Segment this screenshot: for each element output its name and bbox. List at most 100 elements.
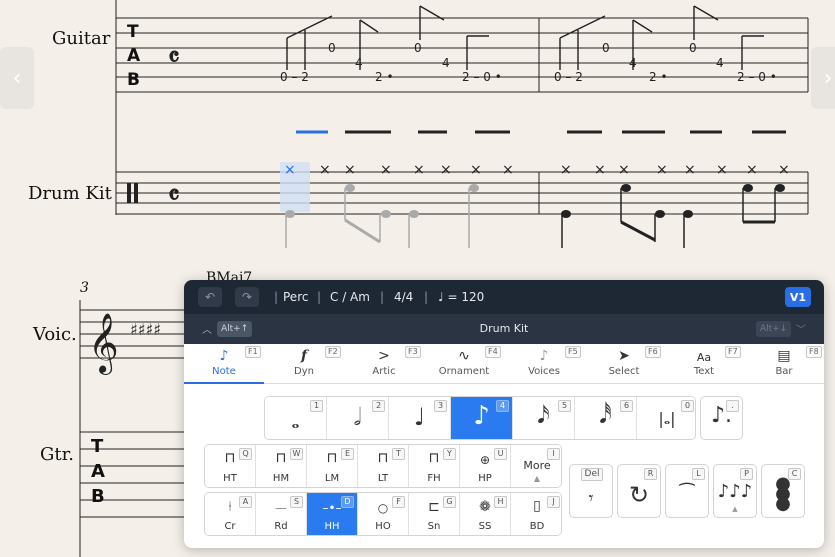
- duration-thirty-second-button[interactable]: 𝅘𝅥𝅰 6: [575, 397, 637, 439]
- shortcut-key: 3: [434, 400, 447, 412]
- rest-button[interactable]: Del 𝄾: [569, 464, 613, 518]
- duration-sixteenth-button[interactable]: 𝅘𝅥𝅯 5: [513, 397, 575, 439]
- instrument-voice[interactable]: Voic.: [33, 324, 77, 345]
- tab-voices[interactable]: ♪ Voices F5: [504, 344, 584, 384]
- svg-text:2 – 0 •: 2 – 0 •: [737, 70, 777, 84]
- instrument-guitar-short[interactable]: Gtr.: [40, 444, 74, 465]
- drum-more-button[interactable]: More ▲ I: [511, 445, 561, 487]
- svg-text:4: 4: [355, 56, 363, 70]
- svg-text:×: ×: [618, 162, 630, 178]
- drum-lt-button[interactable]: ⊓ T LT: [358, 445, 409, 487]
- drum-ss-button[interactable]: ❁ H SS: [460, 493, 511, 535]
- drum-hh-button[interactable]: –•– D HH: [307, 493, 358, 535]
- drum-bd-button[interactable]: ▯ J BD: [511, 493, 561, 535]
- drum-label: LM: [324, 473, 340, 484]
- expand-chevron-icon[interactable]: ﹀: [796, 321, 806, 336]
- key-signature: ♯♯♯♯: [130, 320, 161, 339]
- duration-half-button[interactable]: 𝅗𝅥 2: [327, 397, 389, 439]
- duration-quarter-button[interactable]: ♩ 3: [389, 397, 451, 439]
- svg-text:×: ×: [716, 162, 728, 178]
- voice-badge[interactable]: V1: [785, 287, 811, 307]
- tie-button[interactable]: L ⁀: [665, 464, 709, 518]
- svg-text:×: ×: [344, 162, 356, 178]
- svg-text:×: ×: [684, 162, 696, 178]
- tempo-status[interactable]: ♩ = 120: [438, 290, 484, 304]
- tuplet-button[interactable]: P ♪♪♪ ▲: [713, 464, 757, 518]
- drum-fh-button[interactable]: ⊓ Y FH: [409, 445, 460, 487]
- undo-icon: ↶: [204, 290, 216, 304]
- drum-lm-button[interactable]: ⊓ E LM: [307, 445, 358, 487]
- svg-text:×: ×: [284, 162, 296, 178]
- tab-note[interactable]: ♪ Note F1: [184, 344, 264, 384]
- shortcut-key: Y: [443, 448, 456, 460]
- drum-rd-button[interactable]: — S Rd: [256, 493, 307, 535]
- drum-toms-group: ⊓ Q HT ⊓ W HM ⊓ E LM ⊓ T LT ⊓ Y FH ⊕ U H…: [204, 444, 562, 488]
- duration-eighth-button[interactable]: ♪ 4: [451, 397, 513, 439]
- tab-shortcut: F4: [485, 346, 501, 358]
- tab-dyn[interactable]: f Dyn F2: [264, 344, 344, 384]
- breve-icon: |𝅝|: [658, 409, 676, 428]
- palette-subbar: ︿ Alt+↑ Drum Kit Alt+↓ ﹀: [184, 314, 824, 344]
- key-status[interactable]: C / Am: [330, 290, 370, 304]
- expand-triangle-icon: ▲: [732, 505, 738, 513]
- drum-label: BD: [529, 521, 545, 532]
- drum-label: HO: [375, 521, 391, 532]
- repeat-button[interactable]: R ↻: [617, 464, 661, 518]
- svg-text:×: ×: [594, 162, 606, 178]
- chord-button[interactable]: C ● ● ●: [761, 464, 805, 518]
- drum-label: Cr: [224, 521, 236, 532]
- time-status[interactable]: 4/4: [394, 290, 413, 304]
- chevron-left-icon: ‹: [12, 65, 22, 91]
- prev-page-button[interactable]: ‹: [0, 47, 34, 109]
- shortcut-key: Q: [239, 448, 252, 460]
- tab-artic[interactable]: > Artic F3: [344, 344, 424, 384]
- separator: |: [317, 290, 322, 304]
- tab-label: Dyn: [294, 366, 314, 377]
- expand-triangle-icon: ▲: [533, 474, 541, 483]
- common-time-drum: 𝄴: [168, 181, 180, 211]
- instrument-status[interactable]: Perc: [283, 290, 308, 304]
- tab-clef-bottom: TAB: [91, 436, 105, 507]
- dot-button[interactable]: ♪. .: [700, 396, 743, 440]
- svg-text:×: ×: [502, 162, 514, 178]
- shortcut-key: 2: [372, 400, 385, 412]
- duration-breve-button[interactable]: |𝅝| 0: [637, 397, 695, 439]
- more-label: More: [523, 459, 551, 472]
- drum-hm-button[interactable]: ⊓ W HM: [256, 445, 307, 487]
- svg-text:0: 0: [328, 41, 336, 55]
- shortcut-key: D: [341, 496, 354, 508]
- tab-clef-top: TAB: [127, 22, 141, 90]
- shortcut-key: S: [290, 496, 303, 508]
- note-input-palette: ↶ ↷ | Perc | C / Am | 4/4 | ♩ = 120 V1 ︿…: [184, 280, 824, 548]
- instrument-drum-kit[interactable]: Drum Kit: [28, 183, 112, 204]
- next-page-button[interactable]: ›: [811, 47, 835, 109]
- drum-label: Rd: [274, 521, 288, 532]
- drum-sn-button[interactable]: ⊏ G Sn: [409, 493, 460, 535]
- tie-icon: ⁀: [679, 483, 695, 504]
- drum-label: HM: [272, 473, 290, 484]
- svg-text:×: ×: [413, 162, 425, 178]
- tab-select[interactable]: ➤ Select F6: [584, 344, 664, 384]
- palette-toolbar: ↶ ↷ | Perc | C / Am | 4/4 | ♩ = 120 V1: [184, 280, 824, 314]
- tab-shortcut: F5: [565, 346, 581, 358]
- drum-ht-button[interactable]: ⊓ Q HT: [205, 445, 256, 487]
- shortcut-key: R: [644, 468, 657, 480]
- shortcut-key: L: [692, 468, 705, 480]
- tab-ornament[interactable]: ∿ Ornament F4: [424, 344, 504, 384]
- tab-text[interactable]: Aa Text F7: [664, 344, 744, 384]
- repeat-icon: ↻: [628, 481, 650, 509]
- tab-bar[interactable]: ▤ Bar F8: [744, 344, 824, 384]
- drum-label: LT: [377, 473, 389, 484]
- drum-hp-button[interactable]: ⊕ U HP: [460, 445, 511, 487]
- shortcut-key: E: [341, 448, 354, 460]
- duration-whole-button[interactable]: 𝅝 1: [265, 397, 327, 439]
- redo-button[interactable]: ↷: [235, 287, 259, 307]
- instrument-guitar[interactable]: Guitar: [52, 28, 110, 49]
- undo-button[interactable]: ↶: [198, 287, 222, 307]
- svg-text:2 •: 2 •: [375, 70, 394, 84]
- drum-ho-button[interactable]: ○ F HO: [358, 493, 409, 535]
- drum-cr-button[interactable]: ⍿ A Cr: [205, 493, 256, 535]
- shortcut-key: .: [726, 400, 739, 412]
- svg-text:×: ×: [470, 162, 482, 178]
- shortcut-key: G: [443, 496, 456, 508]
